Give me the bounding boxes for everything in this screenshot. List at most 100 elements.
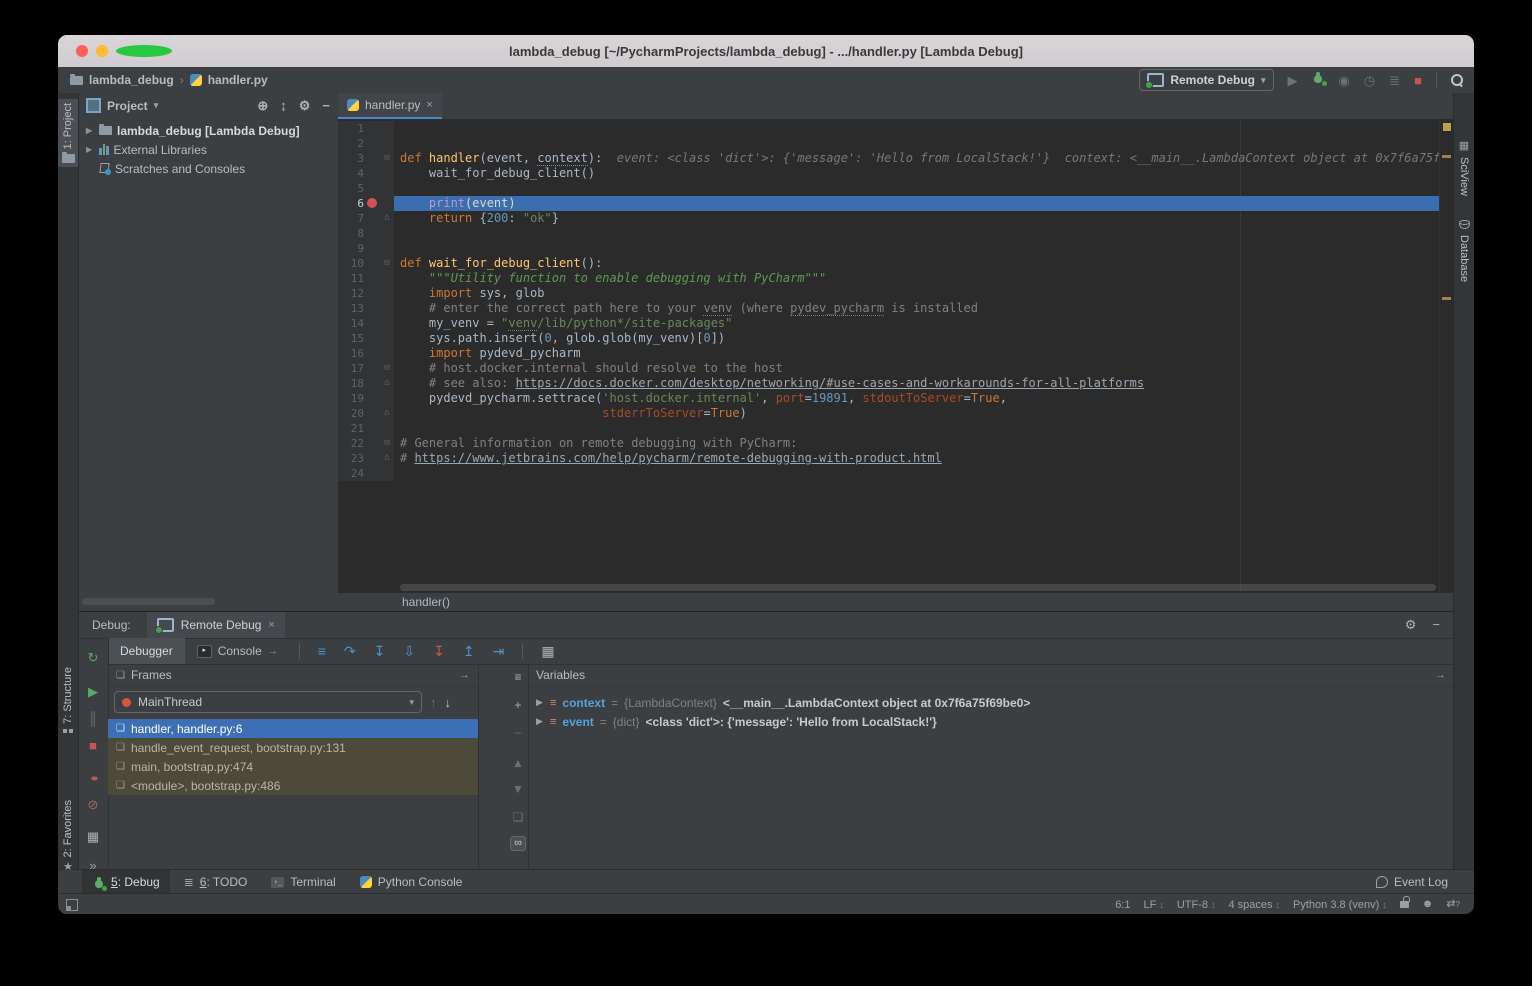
error-stripe[interactable]: [1439, 119, 1454, 593]
encoding-widget[interactable]: UTF-8↕: [1177, 899, 1216, 911]
breadcrumb-file[interactable]: handler.py: [208, 73, 268, 87]
code-line-9[interactable]: 9: [338, 241, 1440, 256]
code-line-15[interactable]: 15 sys.path.insert(0, glob.glob(my_venv)…: [338, 331, 1440, 346]
toolwindow-button-2-favorites[interactable]: 2: Favorites★: [58, 796, 78, 877]
warning-stripe-mark[interactable]: [1442, 155, 1451, 158]
interpreter-widget[interactable]: Python 3.8 (venv)↕: [1293, 899, 1387, 911]
hide-panel-icon[interactable]: −: [1432, 617, 1440, 633]
debug-session-tab[interactable]: Remote Debug ×: [147, 612, 285, 638]
code-line-16[interactable]: 16 import pydevd_pycharm: [338, 346, 1440, 361]
next-frame-icon[interactable]: ↓: [445, 695, 452, 710]
fold-open-icon[interactable]: ⊟: [380, 361, 394, 376]
code-line-20[interactable]: 20⌂ stderrToServer=True): [338, 406, 1440, 421]
code-line-1[interactable]: 1: [338, 121, 1440, 136]
variable-row[interactable]: ▶≡event={dict}<class 'dict'>: {'message'…: [528, 712, 1454, 731]
collapse-all-icon[interactable]: ↨: [280, 98, 287, 113]
fold-open-icon[interactable]: ⊟: [380, 256, 394, 271]
indent-widget[interactable]: 4 spaces↕: [1229, 899, 1281, 911]
rerun-icon[interactable]: ↻: [78, 651, 108, 665]
profile-icon[interactable]: ◷: [1364, 74, 1375, 87]
close-window-button[interactable]: [76, 45, 88, 57]
fold-open-icon[interactable]: ⊟: [380, 151, 394, 166]
run-configuration-select[interactable]: Remote Debug ▾: [1139, 69, 1273, 91]
run-to-cursor-icon[interactable]: ⇥: [493, 644, 505, 658]
watch-icon[interactable]: ∞: [510, 836, 526, 851]
caret-position-widget[interactable]: 6:1: [1115, 899, 1130, 911]
tab-debugger[interactable]: Debugger: [108, 638, 185, 664]
code-area[interactable]: 123⊟def handler(event, context): event: …: [338, 119, 1454, 593]
expand-arrow-icon[interactable]: ▶: [86, 145, 94, 154]
fold-end-icon[interactable]: ⌂: [380, 211, 394, 226]
step-into-icon[interactable]: ↧: [374, 644, 386, 658]
expand-arrow-icon[interactable]: ▶: [86, 126, 94, 135]
gear-icon[interactable]: ⚙: [1405, 617, 1417, 633]
expand-arrow-icon[interactable]: ▶: [536, 716, 544, 727]
editor-context-line[interactable]: handler(): [338, 592, 1454, 611]
spy-icon[interactable]: ☻: [1422, 899, 1434, 910]
force-step-into-icon[interactable]: ↧: [433, 644, 445, 658]
tree-item-lambda-debug-lambda-debug[interactable]: ▶lambda_debug [Lambda Debug]: [78, 121, 338, 140]
code-line-4[interactable]: 4 wait_for_debug_client(): [338, 166, 1440, 181]
code-line-17[interactable]: 17⊟ # host.docker.internal should resolv…: [338, 361, 1440, 376]
code-line-2[interactable]: 2: [338, 136, 1440, 151]
gear-icon[interactable]: ⚙: [299, 98, 311, 114]
fold-end-icon[interactable]: ⌂: [380, 376, 394, 391]
breakpoint-gutter[interactable]: [364, 196, 380, 211]
code-line-10[interactable]: 10⊟def wait_for_debug_client():: [338, 256, 1440, 271]
line-ending-widget[interactable]: LF↕: [1143, 899, 1163, 911]
variable-row[interactable]: ▶≡context={LambdaContext}<__main__.Lambd…: [528, 693, 1454, 712]
pin-icon[interactable]: →: [268, 646, 278, 657]
hide-panel-icon[interactable]: −: [322, 98, 330, 113]
toolwindow-button-1-project[interactable]: 1: Project: [58, 99, 78, 167]
sync-icon[interactable]: ⇄?: [1446, 899, 1460, 910]
close-icon[interactable]: ×: [426, 99, 432, 111]
step-over-icon[interactable]: ↷: [344, 644, 356, 658]
code-line-18[interactable]: 18⌂ # see also: https://docs.docker.com/…: [338, 376, 1440, 391]
frame-row[interactable]: ❏main, bootstrap.py:474: [108, 757, 478, 776]
thread-select[interactable]: MainThread ▾: [114, 691, 422, 713]
show-execution-point-icon[interactable]: ≡: [318, 644, 326, 658]
editor-tab-handler[interactable]: handler.py ×: [338, 93, 442, 119]
step-out-icon[interactable]: ↥: [463, 644, 475, 658]
fold-end-icon[interactable]: ⌂: [380, 451, 394, 466]
zoom-window-button[interactable]: [116, 45, 172, 57]
toolwindow-switcher-icon[interactable]: [66, 899, 78, 911]
warning-stripe-mark[interactable]: [1442, 297, 1451, 300]
debug-icon[interactable]: [1312, 71, 1325, 89]
code-line-22[interactable]: 22⊟# General information on remote debug…: [338, 436, 1440, 451]
code-line-12[interactable]: 12 import sys, glob: [338, 286, 1440, 301]
toolwindow-button-sciview[interactable]: ▦SciView: [1454, 137, 1474, 200]
run-dashboard-icon[interactable]: ≣: [1389, 74, 1400, 87]
run-icon[interactable]: ▶: [1288, 74, 1298, 87]
project-horizontal-scrollbar[interactable]: [82, 598, 215, 605]
project-panel-title[interactable]: Project: [107, 99, 148, 113]
code-line-7[interactable]: 7⌂ return {200: "ok"}: [338, 211, 1440, 226]
toolwindow-button-5-debug[interactable]: 5: Debug: [82, 870, 170, 894]
code-line-19[interactable]: 19 pydevd_pycharm.settrace('host.docker.…: [338, 391, 1440, 406]
frame-row[interactable]: ❏<module>, bootstrap.py:486: [108, 776, 478, 795]
event-log-button[interactable]: Event Log: [1376, 875, 1448, 889]
toolwindow-button-database[interactable]: Database: [1454, 215, 1474, 286]
pin-icon[interactable]: →: [459, 669, 470, 681]
resume-icon[interactable]: ▶: [78, 685, 108, 699]
fold-open-icon[interactable]: ⊟: [380, 436, 394, 451]
stop-icon[interactable]: ■: [78, 739, 108, 753]
pin-icon[interactable]: →: [1435, 669, 1446, 681]
breadcrumb-project[interactable]: lambda_debug: [89, 73, 174, 87]
code-line-14[interactable]: 14 my_venv = "venv/lib/python*/site-pack…: [338, 316, 1440, 331]
breakpoint-icon[interactable]: [367, 198, 377, 208]
code-line-23[interactable]: 23⌂# https://www.jetbrains.com/help/pych…: [338, 451, 1440, 466]
coverage-icon[interactable]: ◉: [1339, 74, 1350, 87]
mute-breakpoints-icon[interactable]: ⊘: [78, 798, 108, 812]
inspection-status-icon[interactable]: [1443, 123, 1451, 131]
code-line-6[interactable]: 6 print(event): [338, 196, 1440, 211]
evaluate-expression-icon[interactable]: ▦: [541, 644, 554, 658]
code-line-5[interactable]: 5: [338, 181, 1440, 196]
code-line-21[interactable]: 21: [338, 421, 1440, 436]
code-line-13[interactable]: 13 # enter the correct path here to your…: [338, 301, 1440, 316]
add-icon[interactable]: +: [508, 698, 528, 712]
hamburger-icon[interactable]: ≡: [508, 670, 528, 684]
restore-layout-icon[interactable]: ▦: [78, 830, 108, 844]
toolwindow-button-7-structure[interactable]: 7: Structure: [58, 663, 78, 737]
chevron-down-icon[interactable]: ▾: [154, 100, 159, 111]
